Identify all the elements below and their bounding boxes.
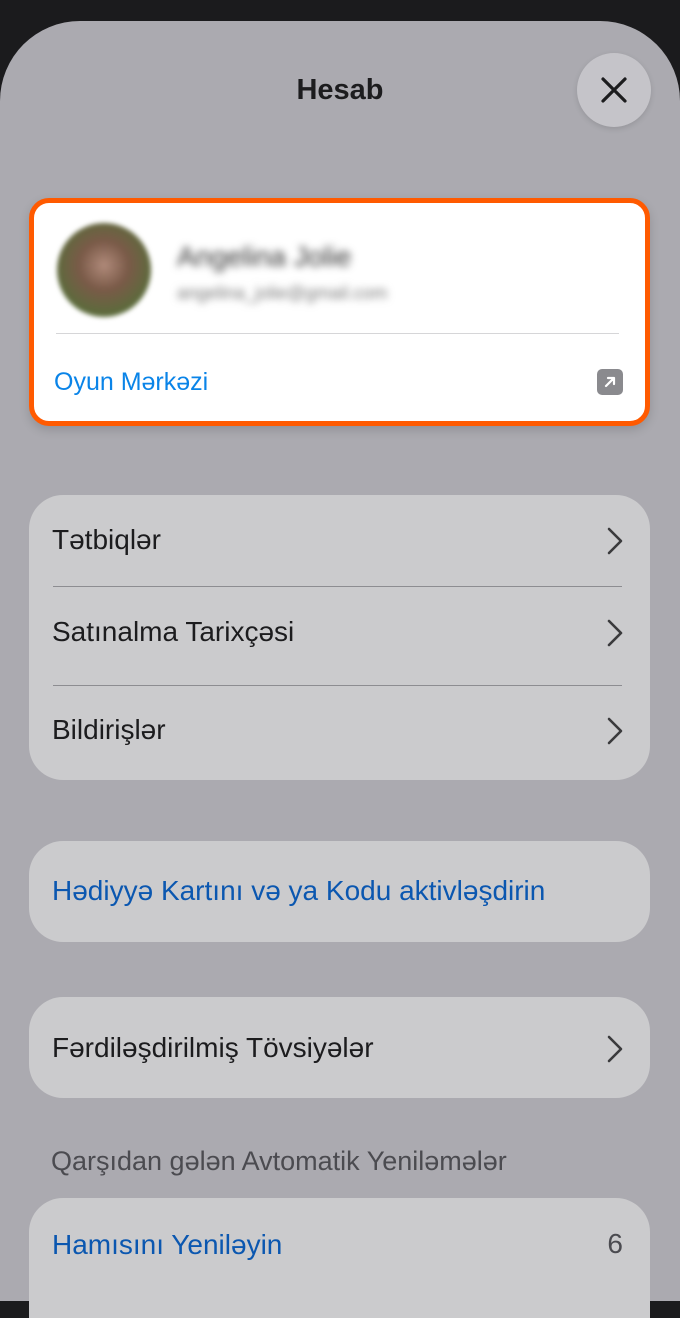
game-center-link[interactable]: Oyun Mərkəzi [54, 368, 208, 397]
section-header-upcoming-updates: Qarşıdan gələn Avtomatik Yeniləmələr [51, 1146, 507, 1176]
redeem-label: Hədiyyə Kartını və ya Kodu aktivləşdirin [52, 875, 546, 906]
chevron-right-icon [607, 717, 623, 745]
avatar [57, 223, 151, 317]
account-email: angelina_jolie@gmail.com [177, 283, 388, 303]
account-card[interactable]: Angelina Jolie angelina_jolie@gmail.com … [29, 198, 650, 426]
chevron-right-icon [607, 619, 623, 647]
menu-item-label: Satınalma Tarixçəsi [52, 616, 295, 647]
chevron-right-icon [607, 527, 623, 555]
redeem-gift-card-button[interactable]: Hədiyyə Kartını və ya Kodu aktivləşdirin [29, 841, 650, 942]
recommendations-label: Fərdiləşdirilmiş Tövsiyələr [52, 1032, 374, 1063]
account-name: Angelina Jolie [177, 241, 352, 272]
personalized-recommendations-item[interactable]: Fərdiləşdirilmiş Tövsiyələr [29, 997, 650, 1098]
update-count: 6 [607, 1228, 623, 1259]
update-all-button[interactable]: Hamısını Yeniləyin [52, 1229, 282, 1261]
menu-item-label: Tətbiqlər [52, 524, 161, 555]
divider [56, 333, 619, 334]
close-icon [601, 77, 627, 103]
external-link-icon[interactable] [597, 369, 623, 395]
menu-item-purchase-history[interactable]: Satınalma Tarixçəsi [29, 587, 650, 685]
update-all-row[interactable]: Hamısını Yeniləyin 6 [29, 1198, 650, 1318]
chevron-right-icon [607, 1035, 623, 1063]
close-button[interactable] [577, 53, 651, 127]
menu-item-notifications[interactable]: Bildirişlər [29, 685, 650, 783]
menu-item-label: Bildirişlər [52, 714, 166, 745]
menu-item-apps[interactable]: Tətbiqlər [29, 495, 650, 593]
menu-group: Tətbiqlər Satınalma Tarixçəsi Bildirişlə… [29, 495, 650, 780]
